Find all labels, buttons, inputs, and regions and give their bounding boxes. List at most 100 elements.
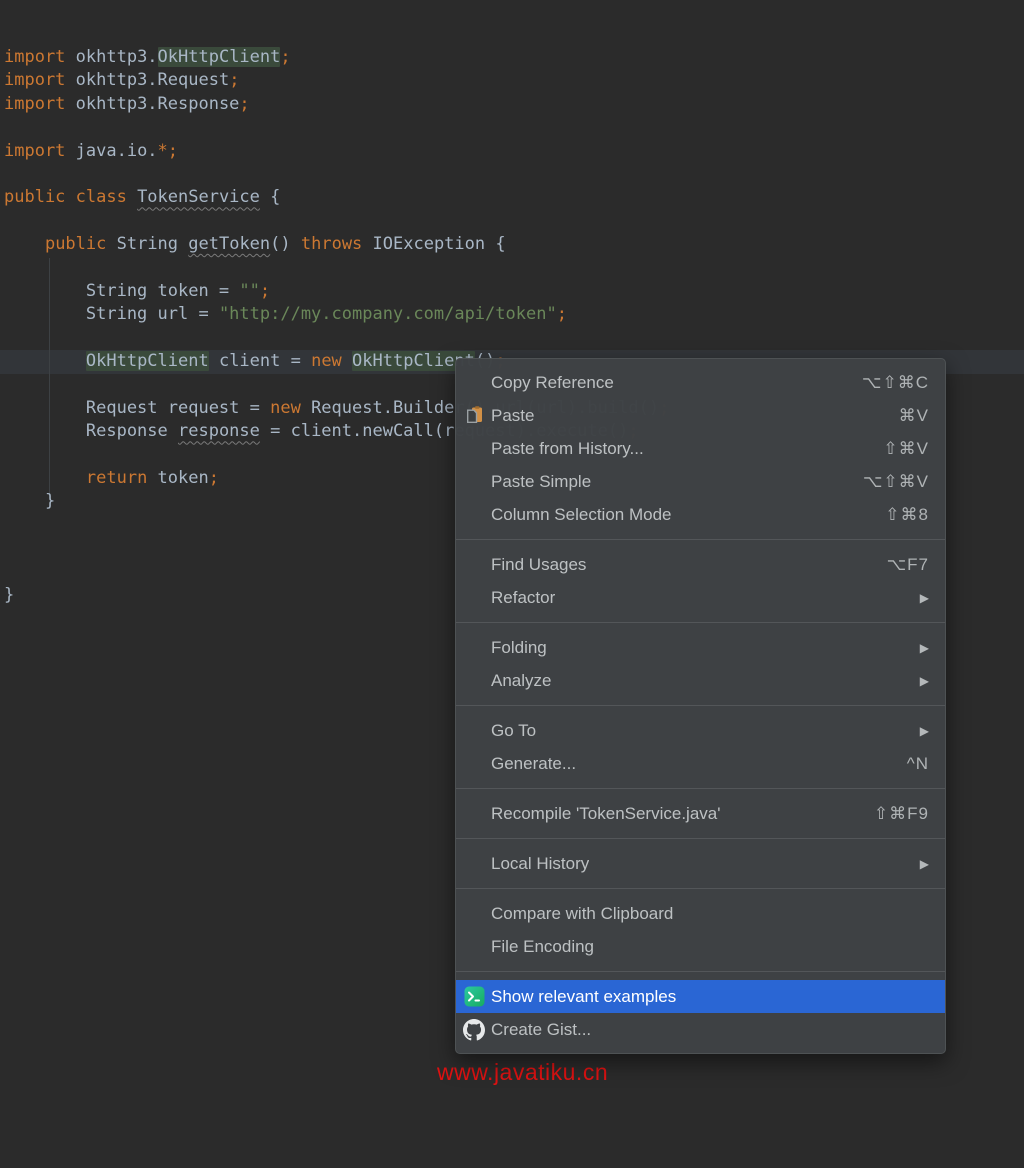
menu-item-label: Show relevant examples xyxy=(491,986,677,1006)
terminal-icon xyxy=(463,986,485,1008)
menu-item-shortcut: ^N xyxy=(906,753,929,773)
menu-item-folding[interactable]: Folding ▶ xyxy=(456,631,945,664)
menu-item-recompile-tokenservice-java[interactable]: Recompile 'TokenService.java' ⇧⌘F9 xyxy=(456,797,945,830)
code-token: String token = xyxy=(4,280,240,301)
highlighted-token: OkHttpClient xyxy=(85,351,209,372)
menu-item-label: Recompile 'TokenService.java' xyxy=(491,803,721,823)
menu-separator xyxy=(456,705,945,706)
menu-item-label: Refactor xyxy=(491,587,556,607)
code-token: new xyxy=(311,351,353,372)
code-token: ; xyxy=(208,468,219,489)
menu-item-label: Find Usages xyxy=(491,554,587,574)
menu-item-label: File Encoding xyxy=(491,936,595,956)
menu-item-analyze[interactable]: Analyze ▶ xyxy=(456,664,945,697)
submenu-arrow-icon: ▶ xyxy=(919,590,929,605)
code-token: java.io. xyxy=(75,140,158,161)
menu-item-paste[interactable]: Paste ⌘V xyxy=(456,399,945,432)
code-token: return xyxy=(85,468,158,489)
menu-item-file-encoding[interactable]: File Encoding xyxy=(456,930,945,963)
watermark-text: www.javatiku.cn xyxy=(437,1059,609,1085)
code-token: import xyxy=(4,70,76,91)
menu-item-label: Create Gist... xyxy=(491,1019,592,1039)
code-token: response xyxy=(178,421,260,442)
code-line: import okhttp3.Request; xyxy=(4,69,669,92)
menu-item-label: Paste from History... xyxy=(491,438,644,458)
code-token: ; xyxy=(280,47,291,67)
code-token: ; xyxy=(556,304,567,325)
code-line: import java.io.*; xyxy=(4,140,669,163)
menu-item-create-gist[interactable]: Create Gist... xyxy=(456,1013,945,1046)
code-token: okhttp3. xyxy=(75,47,158,67)
menu-item-label: Folding xyxy=(491,637,547,657)
code-line: import okhttp3.OkHttpClient; xyxy=(4,46,669,69)
paste-icon xyxy=(463,405,485,427)
menu-separator xyxy=(456,971,945,972)
menu-item-show-relevant-examples[interactable]: Show relevant examples xyxy=(456,980,945,1013)
code-token: import xyxy=(4,140,76,161)
menu-item-label: Generate... xyxy=(491,753,577,773)
menu-separator xyxy=(456,539,945,540)
submenu-arrow-icon: ▶ xyxy=(919,673,929,688)
code-token: client = xyxy=(208,351,312,372)
code-token: new xyxy=(270,397,312,418)
menu-item-shortcut: ⌘V xyxy=(898,405,929,425)
menu-item-shortcut: ⇧⌘F9 xyxy=(873,803,929,823)
menu-item-label: Paste xyxy=(491,405,535,425)
code-token: throws xyxy=(300,234,373,255)
code-token: public xyxy=(44,234,117,255)
code-token: ; xyxy=(229,70,240,91)
menu-separator xyxy=(456,788,945,789)
code-line: String url = "http://my.company.com/api/… xyxy=(4,303,669,326)
menu-item-label: Column Selection Mode xyxy=(491,504,672,524)
code-token: String url = xyxy=(4,304,219,325)
code-token: import xyxy=(4,47,76,67)
code-line: public String getToken() throws IOExcept… xyxy=(4,233,669,256)
code-token: ; xyxy=(239,93,250,114)
menu-item-shortcut: ⌥F7 xyxy=(886,554,929,574)
code-line: public class TokenService { xyxy=(4,186,669,209)
menu-item-find-usages[interactable]: Find Usages ⌥F7 xyxy=(456,548,945,581)
code-token: ; xyxy=(259,280,271,301)
menu-item-label: Copy Reference xyxy=(491,372,614,392)
code-token: IOException { xyxy=(372,234,506,255)
menu-item-generate[interactable]: Generate... ^N xyxy=(456,747,945,780)
menu-item-local-history[interactable]: Local History ▶ xyxy=(456,847,945,880)
menu-item-copy-reference[interactable]: Copy Reference ⌥⇧⌘C xyxy=(456,366,945,399)
code-token: } xyxy=(4,584,15,605)
menu-item-shortcut: ⇧⌘V xyxy=(883,438,929,458)
code-token: String xyxy=(116,234,189,255)
menu-item-label: Paste Simple xyxy=(491,471,592,491)
code-token: TokenService xyxy=(137,187,260,208)
code-line: import okhttp3.Response; xyxy=(4,93,669,116)
code-token: Response xyxy=(4,421,178,442)
code-line: String token = ""; xyxy=(4,280,669,303)
submenu-arrow-icon: ▶ xyxy=(919,856,929,871)
menu-item-column-selection-mode[interactable]: Column Selection Mode ⇧⌘8 xyxy=(456,498,945,531)
menu-item-label: Go To xyxy=(491,720,537,740)
code-token: *; xyxy=(157,140,179,161)
submenu-arrow-icon: ▶ xyxy=(919,723,929,738)
code-token: () xyxy=(270,234,301,255)
menu-item-refactor[interactable]: Refactor ▶ xyxy=(456,581,945,614)
code-token: okhttp3.Request xyxy=(75,70,230,91)
menu-item-label: Analyze xyxy=(491,670,552,690)
menu-item-paste-simple[interactable]: Paste Simple ⌥⇧⌘V xyxy=(456,465,945,498)
code-token: "http://my.company.com/api/token" xyxy=(218,304,557,325)
editor-context-menu: Copy Reference ⌥⇧⌘C Paste ⌘V Paste from Hist… xyxy=(455,358,946,1054)
menu-item-shortcut: ⇧⌘8 xyxy=(885,504,929,524)
code-token: } xyxy=(4,491,56,512)
menu-item-compare-with-clipboard[interactable]: Compare with Clipboard xyxy=(456,897,945,930)
highlighted-token: OkHttpClient xyxy=(157,47,281,67)
menu-item-paste-from-history[interactable]: Paste from History... ⇧⌘V xyxy=(456,432,945,465)
code-token: public class xyxy=(4,187,138,208)
submenu-arrow-icon: ▶ xyxy=(919,640,929,655)
menu-item-go-to[interactable]: Go To ▶ xyxy=(456,714,945,747)
menu-item-label: Local History xyxy=(491,853,590,873)
